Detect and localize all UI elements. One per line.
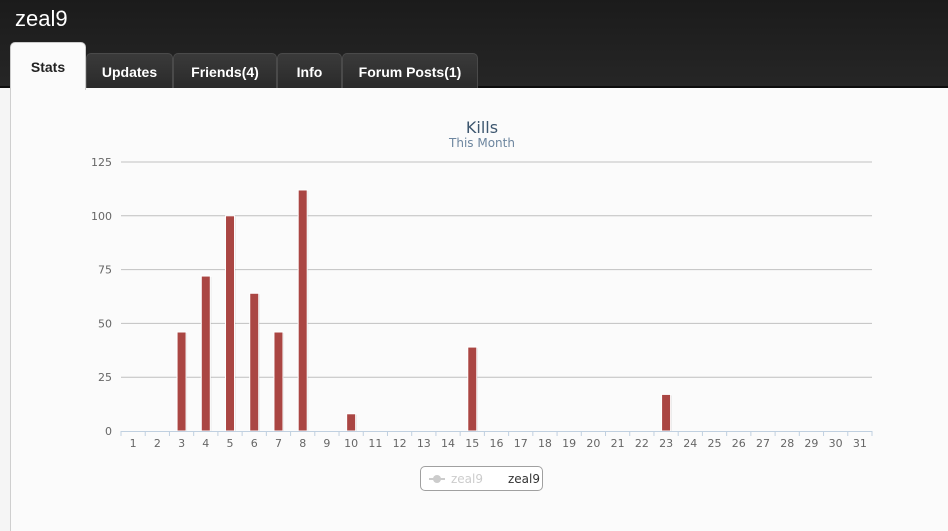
x-tick-label: 9 bbox=[323, 437, 330, 450]
x-tick-label: 19 bbox=[562, 437, 576, 450]
chart-subtitle: This Month bbox=[448, 136, 515, 150]
x-tick-label: 15 bbox=[465, 437, 479, 450]
bar-day-10[interactable] bbox=[346, 413, 357, 432]
y-tick-label: 100 bbox=[91, 210, 112, 223]
x-tick-label: 14 bbox=[441, 437, 455, 450]
x-tick-label: 12 bbox=[393, 437, 407, 450]
x-tick-label: 1 bbox=[130, 437, 137, 450]
legend-circle-icon bbox=[433, 475, 441, 483]
x-tick-label: 2 bbox=[154, 437, 161, 450]
x-tick-label: 20 bbox=[586, 437, 600, 450]
x-tick-label: 25 bbox=[708, 437, 722, 450]
x-tick-label: 13 bbox=[417, 437, 431, 450]
bar-day-4[interactable] bbox=[200, 275, 211, 432]
y-tick-label: 50 bbox=[98, 317, 112, 330]
x-tick-label: 27 bbox=[756, 437, 770, 450]
legend-item-series-line[interactable]: zeal9 bbox=[451, 472, 483, 486]
legend-square-icon bbox=[487, 473, 501, 485]
x-tick-label: 31 bbox=[853, 437, 867, 450]
x-tick-label: 23 bbox=[659, 437, 673, 450]
bar-day-23[interactable] bbox=[661, 393, 672, 432]
y-tick-label: 0 bbox=[105, 425, 112, 438]
bar-day-5[interactable] bbox=[225, 215, 236, 432]
x-tick-label: 22 bbox=[635, 437, 649, 450]
chart-title: Kills bbox=[466, 118, 498, 137]
bar-day-3[interactable] bbox=[176, 331, 187, 432]
x-tick-label: 10 bbox=[344, 437, 358, 450]
chart-legend: zeal9 zeal9 bbox=[420, 466, 543, 491]
x-tick-label: 3 bbox=[178, 437, 185, 450]
chart-x-axis: 1 2 3 4 5 6 7 8 9 10 11 12 13 14 15 16 17 18 19 20 21 22 23 24 2… bbox=[120, 431, 873, 450]
y-tick-label: 25 bbox=[98, 371, 112, 384]
kills-chart: Kills This Month 0255075100125 123456789… bbox=[91, 118, 873, 450]
x-tick-label: 28 bbox=[780, 437, 794, 450]
chart-bars bbox=[176, 189, 672, 432]
x-tick-label: 11 bbox=[368, 437, 382, 450]
x-tick-label: 24 bbox=[683, 437, 697, 450]
x-tick-label: 5 bbox=[227, 437, 234, 450]
x-tick-label: 30 bbox=[829, 437, 843, 450]
x-tick-label: 17 bbox=[514, 437, 528, 450]
x-tick-label: 18 bbox=[538, 437, 552, 450]
y-tick-label: 125 bbox=[91, 156, 112, 169]
bar-day-15[interactable] bbox=[467, 346, 478, 432]
x-tick-label: 7 bbox=[275, 437, 282, 450]
x-tick-label: 21 bbox=[611, 437, 625, 450]
x-tick-label: 16 bbox=[490, 437, 504, 450]
x-tick-label: 8 bbox=[299, 437, 306, 450]
tab-stats[interactable]: Stats bbox=[10, 42, 86, 90]
bar-day-8[interactable] bbox=[297, 189, 308, 432]
y-tick-label: 75 bbox=[98, 264, 112, 277]
x-tick-label: 4 bbox=[202, 437, 209, 450]
legend-item-series-bar[interactable]: zeal9 bbox=[508, 472, 540, 486]
x-tick-label: 26 bbox=[732, 437, 746, 450]
x-tick-label: 6 bbox=[251, 437, 258, 450]
bar-day-7[interactable] bbox=[273, 331, 284, 432]
bar-day-6[interactable] bbox=[249, 292, 260, 432]
x-tick-label: 29 bbox=[804, 437, 818, 450]
